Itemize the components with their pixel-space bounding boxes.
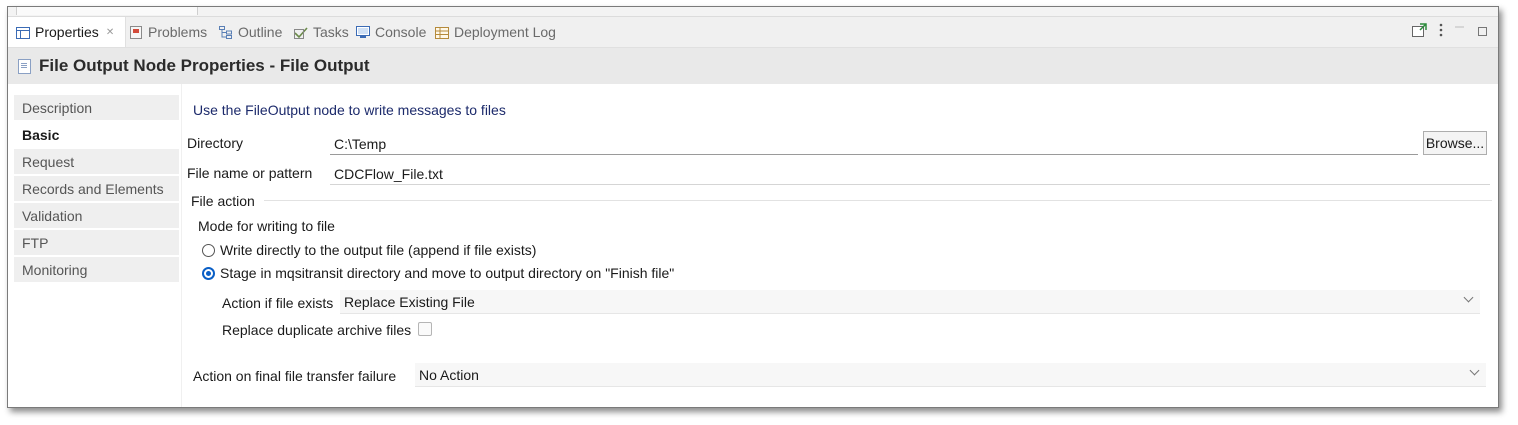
page-title: File Output Node Properties - File Outpu… bbox=[39, 56, 370, 75]
directory-label: Directory bbox=[187, 135, 244, 151]
group-divider bbox=[264, 200, 1492, 201]
tab-outline[interactable]: Outline bbox=[219, 17, 282, 47]
sidebar-item-basic[interactable]: Basic bbox=[14, 122, 179, 147]
sidebar-item-request[interactable]: Request bbox=[14, 149, 179, 174]
tab-label: Tasks bbox=[313, 24, 349, 40]
file-action-group-label: File action bbox=[191, 193, 255, 209]
view-toolbar bbox=[1412, 23, 1488, 40]
node-description: Use the FileOutput node to write message… bbox=[193, 102, 506, 118]
stage-radio[interactable] bbox=[202, 267, 215, 280]
replace-duplicate-checkbox[interactable] bbox=[418, 322, 432, 336]
write-directly-radio[interactable] bbox=[202, 244, 215, 257]
transfer-failure-value: No Action bbox=[419, 366, 479, 383]
chevron-down-icon bbox=[1463, 292, 1474, 303]
write-directly-label[interactable]: Write directly to the output file (appen… bbox=[220, 242, 536, 258]
tab-label: Console bbox=[375, 24, 427, 40]
editor-tab-stub[interactable] bbox=[16, 7, 198, 15]
mode-label: Mode for writing to file bbox=[198, 218, 335, 234]
properties-sidebar: Description Basic Request Records and El… bbox=[14, 95, 179, 284]
transfer-failure-label: Action on final file transfer failure bbox=[193, 368, 397, 384]
properties-icon bbox=[16, 26, 30, 39]
basic-properties-panel: Use the FileOutput node to write message… bbox=[181, 84, 1492, 407]
properties-view: Properties ✕ Problems Outline Tasks Cons… bbox=[7, 6, 1499, 408]
properties-header: File Output Node Properties - File Outpu… bbox=[8, 48, 1498, 84]
sidebar-item-records-and-elements[interactable]: Records and Elements bbox=[14, 176, 179, 201]
tab-label: Deployment Log bbox=[454, 24, 556, 40]
sidebar-item-monitoring[interactable]: Monitoring bbox=[14, 257, 179, 282]
deployment-log-icon bbox=[435, 26, 449, 39]
view-menu-icon[interactable] bbox=[1438, 23, 1444, 40]
outline-icon bbox=[219, 26, 233, 39]
tab-label: Outline bbox=[238, 24, 283, 40]
maximize-icon[interactable] bbox=[1478, 23, 1488, 40]
tasks-icon bbox=[294, 26, 308, 39]
chevron-down-icon bbox=[1469, 365, 1480, 376]
filename-label: File name or pattern bbox=[187, 165, 313, 181]
transfer-failure-select[interactable]: No Action bbox=[415, 363, 1486, 387]
close-icon[interactable]: ✕ bbox=[106, 27, 114, 38]
top-strip bbox=[8, 7, 1498, 17]
sidebar-item-ftp[interactable]: FTP bbox=[14, 230, 179, 255]
document-icon bbox=[18, 58, 31, 74]
sidebar-item-description[interactable]: Description bbox=[14, 95, 179, 120]
browse-button[interactable]: Browse... bbox=[1423, 131, 1487, 155]
problems-icon bbox=[129, 26, 143, 39]
tab-tasks[interactable]: Tasks bbox=[294, 17, 349, 47]
tab-problems[interactable]: Problems bbox=[129, 17, 207, 47]
tab-properties[interactable]: Properties ✕ bbox=[8, 17, 126, 47]
tab-console[interactable]: Console bbox=[356, 17, 426, 47]
view-tab-bar: Properties ✕ Problems Outline Tasks Cons… bbox=[8, 17, 1498, 48]
minimize-icon[interactable] bbox=[1454, 23, 1468, 40]
pin-editor-icon[interactable] bbox=[1412, 23, 1428, 40]
filename-field[interactable]: CDCFlow_File.txt bbox=[330, 163, 1490, 185]
action-if-exists-select[interactable]: Replace Existing File bbox=[340, 290, 1480, 314]
stage-label[interactable]: Stage in mqsitransit directory and move … bbox=[220, 265, 674, 281]
sidebar-item-validation[interactable]: Validation bbox=[14, 203, 179, 228]
tab-label: Properties bbox=[35, 24, 99, 40]
console-icon bbox=[356, 26, 370, 38]
tab-deployment-log[interactable]: Deployment Log bbox=[435, 17, 556, 47]
directory-field[interactable]: C:\Temp bbox=[330, 133, 1418, 155]
tab-label: Problems bbox=[148, 24, 208, 40]
action-if-exists-value: Replace Existing File bbox=[344, 293, 475, 310]
action-if-exists-label: Action if file exists bbox=[222, 295, 334, 311]
replace-duplicate-label: Replace duplicate archive files bbox=[222, 322, 412, 338]
